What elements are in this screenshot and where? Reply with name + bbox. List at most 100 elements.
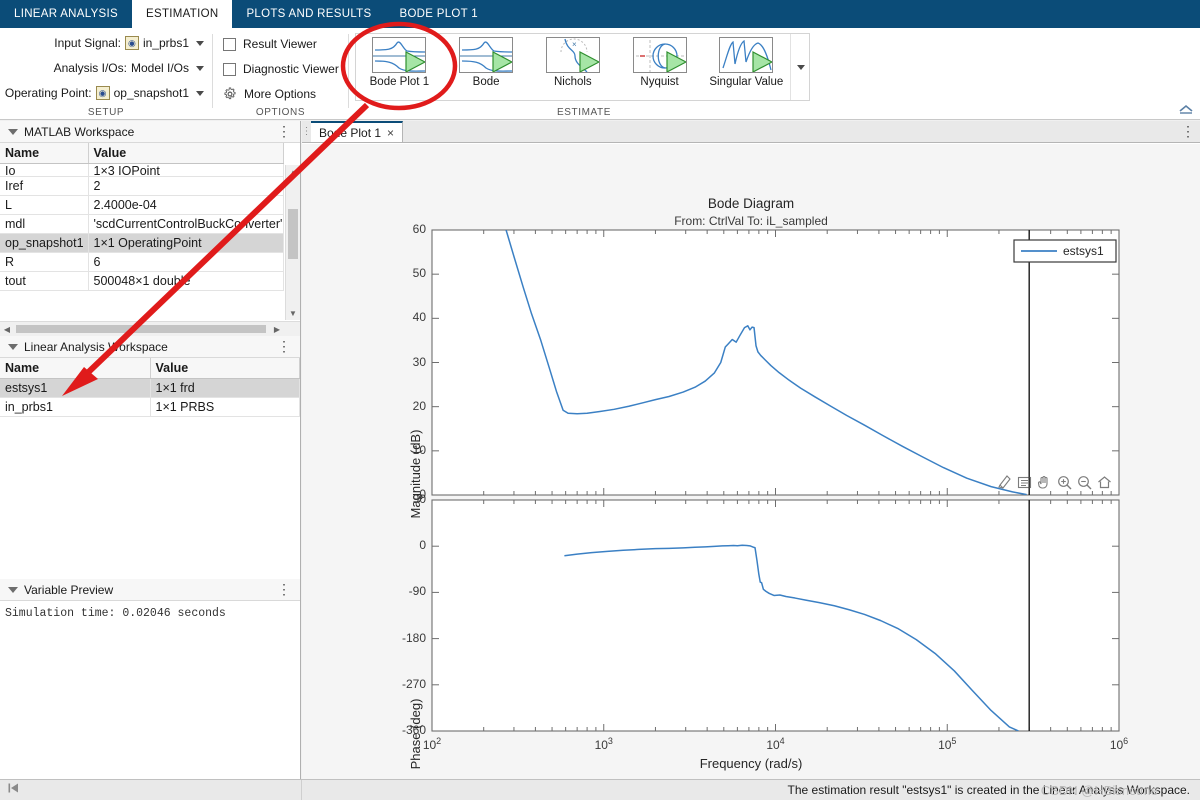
scroll-thumb[interactable] (16, 325, 266, 333)
estimate-item-label: Bode (472, 76, 500, 88)
tick-label: 104 (766, 736, 785, 752)
tick-label: -180 (401, 630, 426, 645)
estimate-item-bode[interactable]: Bode (443, 34, 530, 100)
matlab-workspace-title: MATLAB Workspace (24, 124, 135, 139)
checkbox-icon[interactable] (223, 37, 236, 51)
status-left-region (0, 779, 302, 800)
ribbon-tab-bode-plot-1[interactable]: BODE PLOT 1 (385, 0, 492, 28)
cell-value: 2.4000e-04 (88, 195, 284, 215)
ribbon-group-setup: Input Signal: ◉ in_prbs1 Analysis I/Os: … (0, 28, 212, 120)
result-viewer-checkbox[interactable]: Result Viewer (223, 37, 317, 51)
table-row[interactable]: R 6 (0, 252, 284, 272)
ribbon-body: Input Signal: ◉ in_prbs1 Analysis I/Os: … (0, 28, 1200, 120)
axes-toolbar[interactable] (996, 474, 1113, 491)
table-row[interactable]: L 2.4000e-04 (0, 195, 284, 215)
variable-preview-panel: Variable Preview ⋮ Simulation time: 0.02… (0, 579, 300, 800)
chart-legend[interactable]: estsys1 (1013, 239, 1117, 263)
tick-label: 40 (412, 310, 426, 325)
checkbox-icon[interactable] (223, 62, 236, 76)
cell-name: in_prbs1 (0, 397, 151, 417)
linear-analysis-workspace-body: Name Value estsys1 1×1 frd in_prbs1 1×1 … (0, 358, 300, 579)
linear-analysis-workspace-table[interactable]: Name Value estsys1 1×1 frd in_prbs1 1×1 … (0, 358, 300, 417)
linear-analysis-workspace-header[interactable]: Linear Analysis Workspace ⋮ (0, 336, 300, 358)
table-row[interactable]: Io 1×3 IOPoint (0, 163, 284, 177)
run-play-icon (576, 49, 599, 72)
go-to-start-icon[interactable] (6, 781, 20, 800)
cell-value: 6 (88, 252, 284, 272)
table-row[interactable]: tout 500048×1 double (0, 271, 284, 291)
table-row[interactable]: Iref 2 (0, 176, 284, 196)
singular-value-icon (719, 37, 774, 73)
ribbon-tab-plots-and-results[interactable]: PLOTS AND RESULTS (232, 0, 385, 28)
document-tab-bode-plot-1[interactable]: Bode Plot 1 × (311, 121, 404, 142)
ribbon-tab-estimation[interactable]: ESTIMATION (132, 0, 233, 28)
analysis-ios-control[interactable]: Analysis I/Os: Model I/Os (54, 61, 204, 75)
matlab-workspace-header[interactable]: MATLAB Workspace ⋮ (0, 121, 300, 143)
svg-text:×: × (572, 40, 577, 49)
matlab-workspace-vscrollbar[interactable]: ▲ ▼ (285, 165, 300, 320)
estimate-item-nyquist[interactable]: Nyquist (616, 34, 703, 100)
column-header-name[interactable]: Name (0, 143, 89, 164)
variable-preview-text: Simulation time: 0.02046 seconds (5, 607, 226, 620)
collapse-triangle-icon[interactable] (8, 128, 18, 135)
ribbon-tabstrip: LINEAR ANALYSIS ESTIMATION PLOTS AND RES… (0, 0, 1200, 28)
bode-diagram-svg[interactable]: estsys1 (302, 144, 1200, 780)
tick-label: 0 (419, 538, 426, 553)
more-options-button[interactable]: More Options (223, 87, 316, 101)
column-header-value[interactable]: Value (88, 143, 284, 164)
scroll-right-icon[interactable]: ▶ (270, 325, 284, 334)
panel-menu-icon[interactable]: ⋮ (273, 123, 296, 140)
ribbon-collapse-icon[interactable] (1178, 103, 1194, 117)
chevron-down-icon[interactable] (196, 65, 204, 71)
bode-plot-canvas: Bode Diagram From: CtrlVal To: iL_sample… (302, 143, 1200, 779)
tick-label: 50 (412, 266, 426, 281)
chevron-down-icon[interactable] (196, 40, 204, 46)
operating-point-block-icon: ◉ (95, 86, 110, 100)
brush-icon[interactable] (996, 474, 1013, 491)
table-row[interactable]: op_snapshot1 1×1 OperatingPoint (0, 233, 284, 253)
input-signal-control[interactable]: Input Signal: ◉ in_prbs1 (54, 36, 204, 50)
zoom-in-icon[interactable] (1056, 474, 1073, 491)
estimate-item-singular-value[interactable]: Singular Value (703, 34, 790, 100)
estimate-item-label: Bode Plot 1 (369, 76, 430, 88)
column-header-value[interactable]: Value (150, 358, 300, 379)
column-header-name[interactable]: Name (0, 358, 151, 379)
zoom-out-icon[interactable] (1076, 474, 1093, 491)
restore-view-icon[interactable] (1096, 474, 1113, 491)
scroll-left-icon[interactable]: ◀ (0, 325, 14, 334)
ribbon-tab-linear-analysis[interactable]: LINEAR ANALYSIS (0, 0, 132, 28)
estimate-item-bode-plot-1[interactable]: Bode Plot 1 (356, 34, 443, 100)
table-row[interactable]: estsys1 1×1 frd (0, 378, 300, 398)
scroll-up-icon[interactable]: ▲ (286, 165, 300, 179)
chevron-down-icon[interactable] (196, 90, 204, 96)
cell-value: 'scdCurrentControlBuckConverter' (88, 214, 284, 234)
document-menu-icon[interactable]: ⋮ (1181, 123, 1196, 140)
drag-grip-icon[interactable]: ⋮ (302, 121, 312, 142)
collapse-triangle-icon[interactable] (8, 343, 18, 350)
phase-axes (431, 499, 1120, 732)
diagnostic-viewer-label: Diagnostic Viewer (243, 62, 339, 76)
variable-preview-header[interactable]: Variable Preview ⋮ (0, 579, 300, 601)
matlab-workspace-table[interactable]: Name Value Io 1×3 IOPoint Iref 2 L 2.400… (0, 143, 284, 291)
tick-label: 103 (594, 736, 613, 752)
operating-point-control[interactable]: Operating Point: ◉ op_snapshot1 (5, 86, 204, 100)
diagnostic-viewer-checkbox[interactable]: Diagnostic Viewer (223, 62, 339, 76)
close-icon[interactable]: × (387, 126, 394, 140)
estimate-item-nichols[interactable]: × Nichols (529, 34, 616, 100)
table-row[interactable]: in_prbs1 1×1 PRBS (0, 397, 300, 417)
panel-menu-icon[interactable]: ⋮ (273, 581, 296, 598)
data-tips-icon[interactable] (1016, 474, 1033, 491)
pan-icon[interactable] (1036, 474, 1053, 491)
matlab-workspace-hscrollbar[interactable]: ◀ ▶ (0, 321, 300, 336)
cell-name: Iref (0, 176, 89, 196)
run-play-icon (663, 49, 686, 72)
input-signal-label: Input Signal: (54, 36, 121, 50)
panel-menu-icon[interactable]: ⋮ (273, 338, 296, 355)
cell-value: 1×3 IOPoint (88, 163, 284, 177)
bode-icon (459, 37, 514, 73)
scroll-thumb[interactable] (288, 209, 298, 259)
table-row[interactable]: mdl 'scdCurrentControlBuckConverter' (0, 214, 284, 234)
collapse-triangle-icon[interactable] (8, 586, 18, 593)
gallery-more-button[interactable] (789, 34, 809, 100)
scroll-down-icon[interactable]: ▼ (286, 306, 300, 320)
